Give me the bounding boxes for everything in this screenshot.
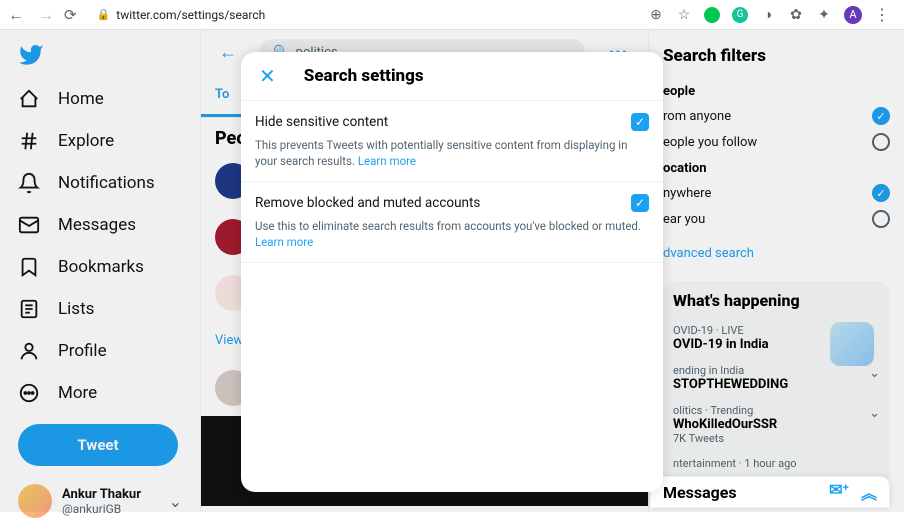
checkbox-checked[interactable]: ✓ bbox=[631, 113, 649, 131]
setting-label: Remove blocked and muted accounts bbox=[255, 195, 480, 211]
puzzle-icon[interactable]: ✦ bbox=[816, 7, 832, 23]
url-text: twitter.com/settings/search bbox=[116, 8, 265, 22]
back-button[interactable]: ← bbox=[8, 5, 24, 25]
shield-icon[interactable] bbox=[704, 7, 720, 23]
close-button[interactable]: ✕ bbox=[255, 64, 280, 88]
lock-icon: 🔒 bbox=[97, 8, 111, 21]
kebab-menu-icon[interactable]: ⋮ bbox=[874, 7, 890, 23]
modal-title: Search settings bbox=[304, 66, 424, 86]
extension-icon[interactable]: ✿ bbox=[788, 7, 804, 23]
search-settings-modal: ✕ Search settings Hide sensitive content… bbox=[241, 52, 663, 492]
setting-label: Hide sensitive content bbox=[255, 114, 388, 130]
forward-button[interactable]: → bbox=[38, 5, 54, 25]
url-bar[interactable]: 🔒 twitter.com/settings/search bbox=[87, 4, 638, 26]
setting-remove-blocked: Remove blocked and muted accounts ✓ Use … bbox=[241, 182, 663, 263]
learn-more-link[interactable]: Learn more bbox=[358, 154, 416, 168]
reload-button[interactable]: ⟳ bbox=[64, 6, 77, 24]
setting-hide-sensitive: Hide sensitive content ✓ This prevents T… bbox=[241, 101, 663, 182]
learn-more-link[interactable]: Learn more bbox=[255, 235, 313, 249]
extension-icon[interactable]: ⊕ bbox=[648, 7, 664, 23]
profile-chip[interactable]: A bbox=[844, 6, 862, 24]
grammarly-icon[interactable]: G bbox=[732, 7, 748, 23]
setting-description: Use this to eliminate search results fro… bbox=[255, 212, 649, 250]
checkbox-checked[interactable]: ✓ bbox=[631, 194, 649, 212]
star-icon[interactable]: ☆ bbox=[676, 7, 692, 23]
setting-description: This prevents Tweets with potentially se… bbox=[255, 131, 649, 169]
browser-toolbar: ← → ⟳ 🔒 twitter.com/settings/search ⊕ ☆ … bbox=[0, 0, 904, 30]
extension-tray: ⊕ ☆ G ◑ ✿ ✦ A ⋮ bbox=[648, 6, 896, 24]
extension-icon[interactable]: ◑ bbox=[760, 7, 776, 23]
